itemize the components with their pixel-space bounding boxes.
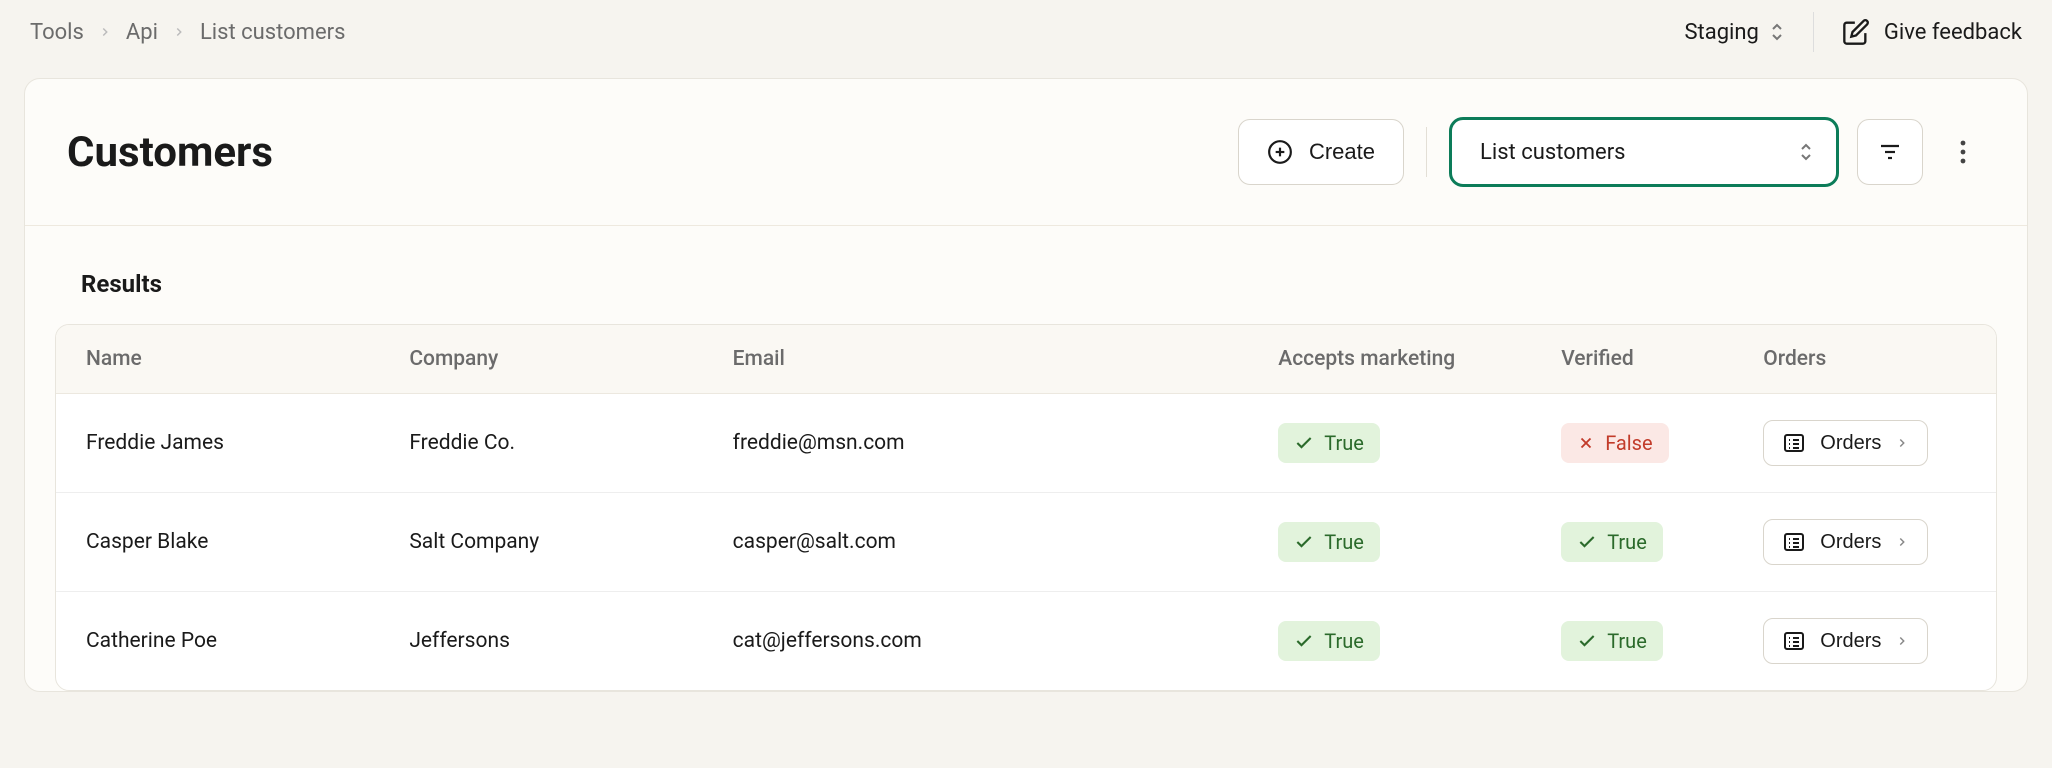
cell-name: Casper Blake — [56, 493, 379, 592]
check-icon — [1577, 532, 1597, 552]
give-feedback-button[interactable]: Give feedback — [1842, 18, 2022, 46]
chevron-right-icon — [98, 25, 112, 39]
cell-verified: True — [1531, 592, 1733, 691]
badge-true: True — [1278, 423, 1380, 463]
cell-marketing: True — [1248, 592, 1531, 691]
cell-company: Jeffersons — [379, 592, 702, 691]
list-icon — [1782, 431, 1806, 455]
cell-email: cat@jeffersons.com — [703, 592, 1249, 691]
orders-label: Orders — [1820, 531, 1881, 554]
more-options-button[interactable] — [1941, 119, 1985, 185]
feedback-label: Give feedback — [1884, 20, 2022, 45]
cell-email: casper@salt.com — [703, 493, 1249, 592]
chevron-right-icon — [1895, 634, 1909, 648]
badge-true: True — [1561, 522, 1663, 562]
cell-orders: Orders — [1733, 493, 1996, 592]
edit-icon — [1842, 18, 1870, 46]
orders-label: Orders — [1820, 432, 1881, 455]
orders-button[interactable]: Orders — [1763, 420, 1928, 466]
column-header-company[interactable]: Company — [379, 325, 702, 394]
table-row[interactable]: Catherine PoeJeffersonscat@jeffersons.co… — [56, 592, 1996, 691]
cell-company: Salt Company — [379, 493, 702, 592]
table-row[interactable]: Casper BlakeSalt Companycasper@salt.com T… — [56, 493, 1996, 592]
orders-button[interactable]: Orders — [1763, 618, 1928, 664]
create-label: Create — [1309, 139, 1375, 165]
chevron-right-icon — [172, 25, 186, 39]
cell-marketing: True — [1248, 493, 1531, 592]
column-header-email[interactable]: Email — [703, 325, 1249, 394]
chevron-right-icon — [1895, 535, 1909, 549]
cell-email: freddie@msn.com — [703, 394, 1249, 493]
badge-label: True — [1607, 629, 1647, 653]
create-button[interactable]: Create — [1238, 119, 1404, 185]
badge-label: True — [1324, 629, 1364, 653]
badge-true: True — [1278, 522, 1380, 562]
column-header-name[interactable]: Name — [56, 325, 379, 394]
breadcrumb-item-api[interactable]: Api — [126, 20, 158, 45]
column-header-orders[interactable]: Orders — [1733, 325, 1996, 394]
badge-label: True — [1324, 530, 1364, 554]
list-icon — [1782, 530, 1806, 554]
check-icon — [1577, 631, 1597, 651]
main-card: Customers Create List customers — [24, 78, 2028, 692]
breadcrumb-item-tools[interactable]: Tools — [30, 20, 84, 45]
cell-name: Catherine Poe — [56, 592, 379, 691]
breadcrumb: Tools Api List customers — [30, 20, 345, 45]
view-selector-label: List customers — [1480, 140, 1626, 165]
orders-button[interactable]: Orders — [1763, 519, 1928, 565]
chevron-up-down-icon — [1798, 141, 1814, 163]
chevron-right-icon — [1895, 436, 1909, 450]
cell-verified: False — [1531, 394, 1733, 493]
results-table: Name Company Email Accepts marketing Ver… — [55, 324, 1997, 691]
badge-label: True — [1607, 530, 1647, 554]
badge-label: True — [1324, 431, 1364, 455]
badge-true: True — [1561, 621, 1663, 661]
page-title: Customers — [67, 128, 273, 177]
check-icon — [1294, 631, 1314, 651]
column-header-marketing[interactable]: Accepts marketing — [1248, 325, 1531, 394]
cell-orders: Orders — [1733, 592, 1996, 691]
filter-button[interactable] — [1857, 119, 1923, 185]
badge-true: True — [1278, 621, 1380, 661]
chevron-up-down-icon — [1769, 22, 1785, 42]
badge-label: False — [1605, 431, 1652, 455]
column-header-verified[interactable]: Verified — [1531, 325, 1733, 394]
x-icon — [1577, 434, 1595, 452]
list-icon — [1782, 629, 1806, 653]
view-selector[interactable]: List customers — [1449, 117, 1839, 187]
filter-icon — [1878, 140, 1902, 164]
divider — [1813, 12, 1814, 52]
cell-name: Freddie James — [56, 394, 379, 493]
cell-company: Freddie Co. — [379, 394, 702, 493]
cell-orders: Orders — [1733, 394, 1996, 493]
more-vertical-icon — [1959, 138, 1967, 166]
environment-label: Staging — [1684, 20, 1758, 45]
cell-verified: True — [1531, 493, 1733, 592]
orders-label: Orders — [1820, 630, 1881, 653]
check-icon — [1294, 433, 1314, 453]
cell-marketing: True — [1248, 394, 1531, 493]
badge-false: False — [1561, 423, 1668, 463]
divider — [1426, 127, 1427, 177]
results-heading: Results — [81, 270, 1997, 298]
plus-circle-icon — [1267, 139, 1293, 165]
breadcrumb-item-current[interactable]: List customers — [200, 20, 346, 45]
check-icon — [1294, 532, 1314, 552]
table-row[interactable]: Freddie JamesFreddie Co.freddie@msn.com T… — [56, 394, 1996, 493]
environment-selector[interactable]: Staging — [1684, 20, 1784, 45]
